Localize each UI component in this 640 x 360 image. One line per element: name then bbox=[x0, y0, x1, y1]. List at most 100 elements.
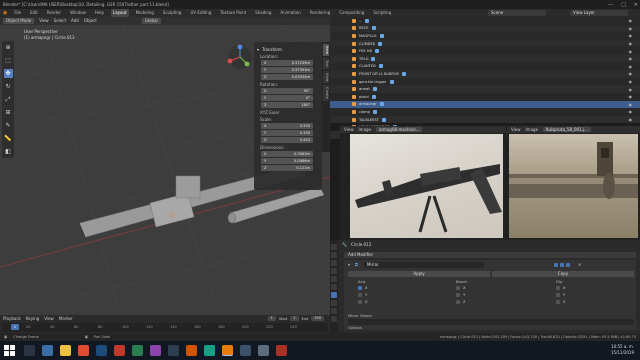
transform-tool-icon[interactable]: ⊞ bbox=[4, 108, 13, 117]
view-layer-selector[interactable]: View Layer bbox=[570, 10, 628, 16]
outliner-row[interactable]: pistol ◉ bbox=[330, 93, 640, 101]
visibility-eye-icon[interactable]: ◉ bbox=[629, 117, 633, 122]
dimensions-y-field[interactable]: Y 0.0486m bbox=[261, 158, 313, 164]
flip-z-checkbox[interactable]: Z bbox=[556, 300, 565, 304]
workspace-tab-animation[interactable]: Animation bbox=[278, 9, 302, 17]
image-file-selector[interactable]: Kulspruta_58_001.j... bbox=[543, 127, 591, 132]
image-menu-image[interactable]: Image bbox=[526, 126, 539, 133]
workspace-tab-rendering[interactable]: Rendering bbox=[308, 9, 332, 17]
mode-dropdown[interactable]: Object Mode bbox=[3, 18, 35, 24]
viewport-toggle-icon[interactable] bbox=[560, 262, 564, 267]
add-cube-tool-icon[interactable]: ◧ bbox=[4, 147, 13, 156]
workspace-tab-sculpting[interactable]: Sculpting bbox=[161, 9, 184, 17]
maximize-button[interactable]: □ bbox=[621, 2, 626, 8]
menu-edit[interactable]: Edit bbox=[28, 9, 40, 17]
app-icon[interactable] bbox=[258, 345, 269, 356]
workspace-tab-shading[interactable]: Shading bbox=[253, 9, 273, 17]
material-properties-tab-icon[interactable] bbox=[331, 316, 337, 322]
particles-properties-tab-icon[interactable] bbox=[331, 300, 337, 306]
image-menu-image[interactable]: Image bbox=[359, 126, 372, 133]
outliner-row[interactable]: ... ◉ bbox=[330, 17, 640, 25]
photoshop-icon[interactable] bbox=[96, 345, 107, 356]
outliner-row[interactable]: armapngr ◉ bbox=[330, 100, 640, 109]
outliner-row[interactable]: CLANTEB ◉ bbox=[330, 63, 640, 71]
sidebar-tab-view[interactable]: View bbox=[323, 70, 329, 84]
workspace-tab-compositing[interactable]: Compositing bbox=[337, 9, 366, 17]
visibility-eye-icon[interactable]: ◉ bbox=[629, 109, 633, 114]
bisect-x-checkbox[interactable]: X bbox=[456, 286, 465, 290]
timeline-menu-view[interactable]: View bbox=[44, 315, 54, 322]
workspace-tab-modeling[interactable]: Modeling bbox=[134, 9, 156, 17]
search-icon[interactable] bbox=[24, 345, 35, 356]
visibility-eye-icon[interactable]: ◉ bbox=[629, 87, 633, 92]
axis-z-checkbox[interactable]: Z bbox=[358, 300, 367, 304]
measure-tool-icon[interactable]: 📏 bbox=[4, 134, 13, 143]
sidebar-tab-create[interactable]: Create bbox=[323, 85, 329, 101]
visibility-eye-icon[interactable]: ◉ bbox=[629, 41, 633, 46]
3d-viewport[interactable]: Object Mode View Select Add Object Globa… bbox=[0, 17, 330, 315]
render-toggle-icon[interactable] bbox=[566, 262, 570, 267]
visibility-eye-icon[interactable]: ◉ bbox=[629, 33, 633, 38]
location-z-field[interactable]: Z 0.03334m bbox=[261, 74, 313, 80]
image-file-selector[interactable]: armag08-machine... bbox=[376, 127, 423, 132]
rotation-y-field[interactable]: Y 0° bbox=[261, 95, 313, 101]
viewport-menu-select[interactable]: Select bbox=[54, 17, 66, 25]
outliner-row[interactable]: ganchio trigger ◉ bbox=[330, 78, 640, 86]
current-frame-field[interactable]: 1 bbox=[267, 316, 276, 321]
close-button[interactable]: ✕ bbox=[634, 2, 638, 8]
rotation-z-field[interactable]: Z 180° bbox=[261, 102, 313, 108]
blender-taskbar-icon[interactable] bbox=[222, 345, 233, 356]
timeline-menu-marker[interactable]: Marker bbox=[59, 315, 73, 322]
transform-header[interactable]: ▾ Transform bbox=[257, 47, 319, 52]
workspace-tab-uv-editing[interactable]: UV Editing bbox=[188, 9, 213, 17]
outliner-row[interactable]: MAGFILLE ◉ bbox=[330, 32, 640, 40]
transform-orientation-dropdown[interactable]: Global bbox=[141, 18, 161, 24]
sidebar-tab-tool[interactable]: Tool bbox=[323, 57, 329, 69]
editmode-toggle-icon[interactable] bbox=[554, 262, 558, 267]
start-frame-field[interactable]: 1 bbox=[290, 316, 299, 321]
location-x-field[interactable]: X 0.37239m bbox=[261, 60, 313, 66]
bisect-z-checkbox[interactable]: Z bbox=[456, 300, 465, 304]
outliner-row[interactable]: TALBLEEST ◉ bbox=[330, 115, 640, 124]
app-icon[interactable] bbox=[114, 345, 125, 356]
app-icon[interactable] bbox=[240, 345, 251, 356]
visibility-eye-icon[interactable]: ◉ bbox=[629, 64, 633, 69]
rotation-x-field[interactable]: X 90° bbox=[261, 88, 313, 94]
apply-button[interactable]: Apply bbox=[348, 271, 490, 277]
timeline-ruler[interactable]: 1 20 40 60 80 100 120 140 160 180 200 22… bbox=[2, 323, 328, 332]
world-properties-tab-icon[interactable] bbox=[331, 276, 337, 282]
render-properties-tab-icon[interactable] bbox=[331, 252, 337, 258]
app-icon[interactable] bbox=[186, 345, 197, 356]
modifier-properties-tab-icon[interactable] bbox=[331, 292, 337, 298]
location-y-field[interactable]: Y 0.37393m bbox=[261, 67, 313, 73]
axis-y-checkbox[interactable]: Y bbox=[358, 293, 367, 297]
collapse-chevron-icon[interactable]: ▾ bbox=[348, 262, 350, 267]
rotate-tool-icon[interactable]: ↻ bbox=[4, 82, 13, 91]
outliner-row[interactable]: FRONT GR LL KUKROS ◉ bbox=[330, 70, 640, 78]
cursor-tool-icon[interactable]: ⊕ bbox=[4, 43, 13, 52]
workspace-tab-texture-paint[interactable]: Texture Paint bbox=[218, 9, 248, 17]
image-menu-view[interactable]: View bbox=[511, 126, 521, 133]
system-clock[interactable]: 10:55 a. m. 15/11/2019 bbox=[611, 344, 634, 356]
blender-logo-icon[interactable]: ◉ bbox=[3, 10, 7, 16]
bisect-y-checkbox[interactable]: Y bbox=[456, 293, 465, 297]
tool-properties-tab-icon[interactable] bbox=[331, 244, 337, 250]
reference-photo-barrel-closeup[interactable] bbox=[509, 134, 638, 238]
viewport-menu-view[interactable]: View bbox=[39, 17, 49, 25]
app-icon[interactable] bbox=[276, 345, 287, 356]
viewport-menu-add[interactable]: Add bbox=[71, 17, 79, 25]
app-icon[interactable] bbox=[168, 345, 179, 356]
app-icon[interactable] bbox=[204, 345, 215, 356]
sidebar-tab-item[interactable]: Item bbox=[323, 44, 329, 56]
flip-y-checkbox[interactable]: Y bbox=[556, 293, 565, 297]
scale-tool-icon[interactable]: ⤢ bbox=[4, 95, 13, 104]
file-explorer-icon[interactable] bbox=[60, 345, 71, 356]
menu-help[interactable]: Help bbox=[93, 9, 106, 17]
reference-photo-machine-gun[interactable] bbox=[350, 134, 503, 238]
object-properties-tab-icon[interactable] bbox=[331, 284, 337, 290]
minimize-button[interactable]: — bbox=[608, 2, 613, 8]
options-subpanel[interactable]: Options bbox=[348, 326, 362, 330]
move-tool-icon[interactable]: ✥ bbox=[3, 69, 13, 78]
timeline-menu-keying[interactable]: Keying bbox=[26, 315, 39, 322]
app-icon[interactable] bbox=[132, 345, 143, 356]
